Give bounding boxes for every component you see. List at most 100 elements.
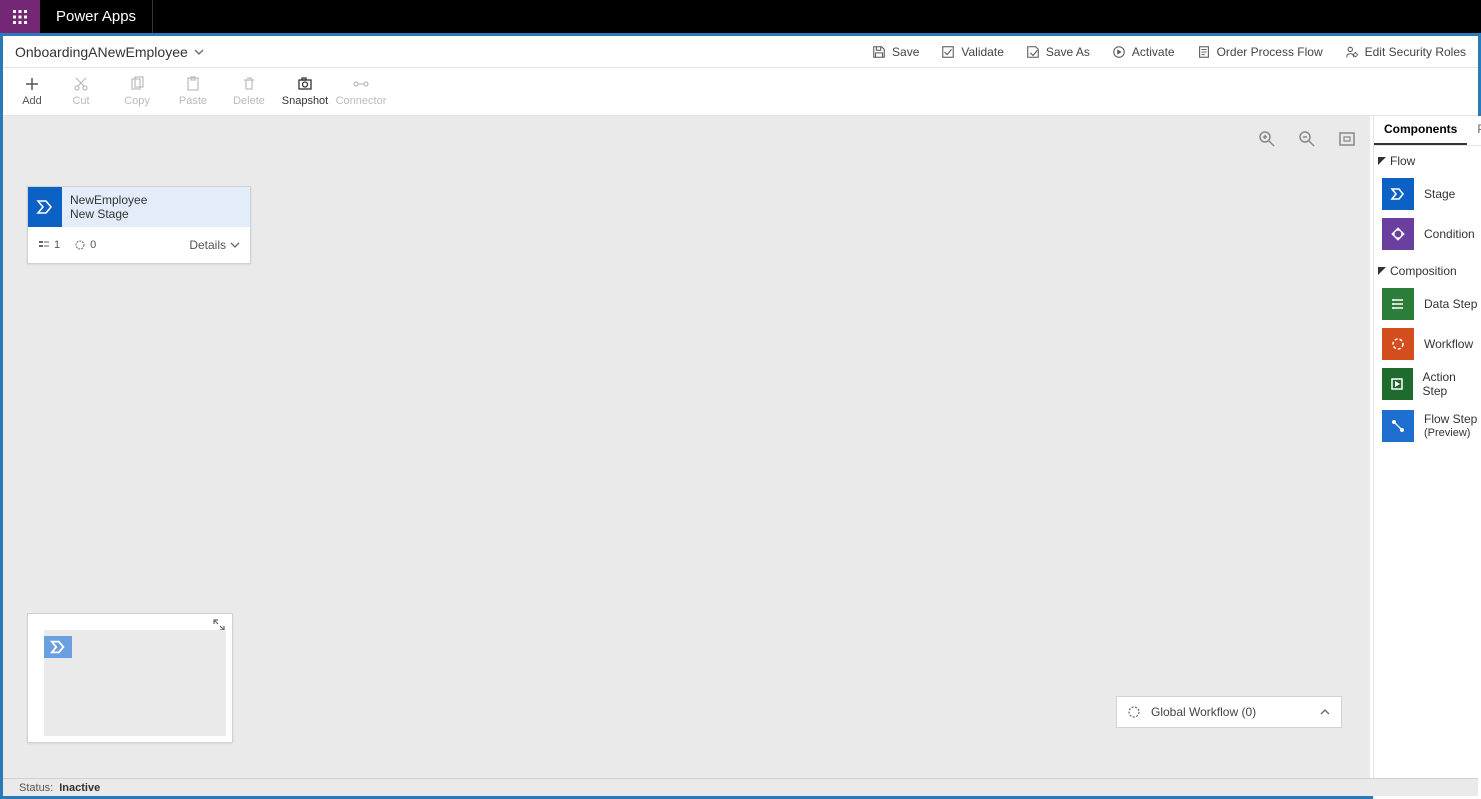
saveas-icon [1026, 45, 1040, 59]
stage-header-text: NewEmployee New Stage [62, 187, 250, 227]
fit-button[interactable] [1338, 130, 1356, 153]
activate-icon [1112, 45, 1126, 59]
minimap-stage-node [44, 636, 72, 658]
stage-name-label: New Stage [70, 207, 242, 221]
order-icon [1197, 45, 1211, 59]
stage-chevron-icon [28, 187, 62, 227]
component-workflow-label: Workflow [1424, 337, 1473, 351]
cut-button[interactable]: Cut [53, 76, 109, 107]
plus-icon [24, 76, 40, 92]
stage-header: NewEmployee New Stage [28, 187, 250, 227]
camera-icon [297, 76, 313, 92]
snapshot-button[interactable]: Snapshot [277, 76, 333, 107]
saveas-button[interactable]: Save As [1026, 45, 1090, 59]
stage-details-button[interactable]: Details [189, 238, 240, 252]
component-stage[interactable]: Stage [1382, 176, 1481, 212]
section-flow-label: Flow [1390, 154, 1415, 168]
global-workflow-left: Global Workflow (0) [1127, 705, 1256, 719]
connector-button[interactable]: Connector [333, 76, 389, 107]
security-icon [1345, 45, 1359, 59]
add-button[interactable]: Add [11, 76, 53, 107]
paste-button[interactable]: Paste [165, 76, 221, 107]
delete-label: Delete [233, 95, 265, 107]
connector-label: Connector [336, 95, 387, 107]
command-actions: Save Validate Save As Activate Order Pro… [872, 45, 1466, 59]
activate-label: Activate [1132, 45, 1175, 59]
section-flow-header[interactable]: Flow [1374, 146, 1481, 172]
status-bar: Status: Inactive [3, 778, 1478, 796]
app-launcher-button[interactable] [0, 0, 40, 33]
chevron-up-icon [1319, 706, 1331, 718]
save-button[interactable]: Save [872, 45, 919, 59]
process-name-dropdown[interactable]: OnboardingANewEmployee [15, 44, 204, 60]
zoom-out-button[interactable] [1298, 130, 1316, 153]
chevron-down-icon [194, 47, 204, 57]
cut-label: Cut [72, 95, 89, 107]
stage-card[interactable]: NewEmployee New Stage 1 0 Details [27, 186, 251, 264]
components-panel: Components Pro Flow Stage Condition Comp… [1373, 116, 1481, 799]
workflow-value: 0 [90, 239, 96, 251]
cut-icon [73, 76, 89, 92]
section-composition-header[interactable]: Composition [1374, 256, 1481, 282]
zoom-controls [1258, 130, 1356, 153]
component-datastep-label: Data Step [1424, 297, 1477, 311]
designer-canvas[interactable]: NewEmployee New Stage 1 0 Details [3, 116, 1370, 783]
workflow-mini-icon [74, 239, 86, 251]
activate-button[interactable]: Activate [1112, 45, 1175, 59]
stage-icon [1382, 178, 1414, 210]
tab-components[interactable]: Components [1374, 116, 1467, 145]
component-workflow[interactable]: Workflow [1382, 326, 1481, 362]
datastep-icon [1382, 288, 1414, 320]
workflow-count: 0 [74, 239, 96, 251]
panel-tabs: Components Pro [1374, 116, 1481, 146]
validate-label: Validate [961, 45, 1003, 59]
divider [152, 0, 153, 33]
process-name-label: OnboardingANewEmployee [15, 44, 188, 60]
copy-icon [129, 76, 145, 92]
command-bar: OnboardingANewEmployee Save Validate Sav… [3, 36, 1478, 68]
global-workflow-bar[interactable]: Global Workflow (0) [1116, 696, 1342, 728]
component-actionstep[interactable]: Action Step [1382, 366, 1481, 402]
stage-entity-label: NewEmployee [70, 193, 242, 207]
component-condition[interactable]: Condition [1382, 216, 1481, 252]
saveas-label: Save As [1046, 45, 1090, 59]
connector-icon [353, 76, 369, 92]
validate-icon [941, 45, 955, 59]
snapshot-label: Snapshot [282, 95, 328, 107]
details-label: Details [189, 238, 226, 252]
minimap-viewport [44, 630, 226, 736]
save-label: Save [892, 45, 919, 59]
zoom-in-button[interactable] [1258, 130, 1276, 153]
component-flowstep-label: Flow Step [1424, 413, 1477, 426]
app-title: Power Apps [56, 8, 136, 25]
top-bar: Power Apps [0, 0, 1481, 33]
tab-properties[interactable]: Pro [1467, 116, 1481, 145]
order-process-button[interactable]: Order Process Flow [1197, 45, 1323, 59]
status-label: Status: [19, 782, 53, 794]
chevron-down-icon [230, 240, 240, 250]
save-icon [872, 45, 886, 59]
section-composition-label: Composition [1390, 264, 1457, 278]
delete-icon [241, 76, 257, 92]
delete-button[interactable]: Delete [221, 76, 277, 107]
component-condition-label: Condition [1424, 227, 1475, 241]
toolbar: Add Cut Copy Paste Delete Snapshot Conne… [3, 68, 1478, 116]
component-flowstep-sublabel: (Preview) [1424, 427, 1477, 439]
minimap[interactable] [27, 613, 233, 743]
steps-value: 1 [54, 239, 60, 251]
zoom-in-icon [1258, 130, 1276, 148]
order-label: Order Process Flow [1217, 45, 1323, 59]
status-value: Inactive [59, 782, 100, 794]
edit-security-button[interactable]: Edit Security Roles [1345, 45, 1466, 59]
paste-icon [185, 76, 201, 92]
copy-label: Copy [124, 95, 150, 107]
actionstep-icon [1382, 368, 1413, 400]
validate-button[interactable]: Validate [941, 45, 1003, 59]
waffle-icon [12, 9, 28, 25]
copy-button[interactable]: Copy [109, 76, 165, 107]
component-datastep[interactable]: Data Step [1382, 286, 1481, 322]
zoom-out-icon [1298, 130, 1316, 148]
component-actionstep-label: Action Step [1423, 370, 1481, 398]
component-flowstep[interactable]: Flow Step (Preview) [1382, 406, 1481, 446]
workflow-comp-icon [1382, 328, 1414, 360]
